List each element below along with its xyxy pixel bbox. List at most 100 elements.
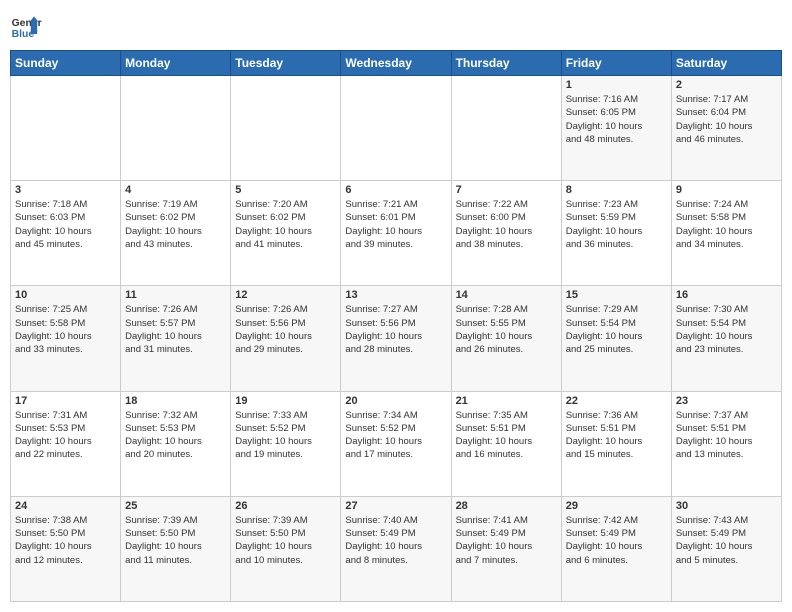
day-info: Sunrise: 7:23 AM Sunset: 5:59 PM Dayligh… bbox=[566, 198, 667, 251]
calendar-cell bbox=[451, 76, 561, 181]
calendar-cell: 15 Sunrise: 7:29 AM Sunset: 5:54 PM Dayli… bbox=[561, 286, 671, 391]
calendar-cell: 25 Sunrise: 7:39 AM Sunset: 5:50 PM Dayli… bbox=[121, 496, 231, 601]
day-number: 11 bbox=[125, 289, 226, 301]
day-number: 7 bbox=[456, 184, 557, 196]
calendar-cell: 4 Sunrise: 7:19 AM Sunset: 6:02 PM Daylig… bbox=[121, 181, 231, 286]
calendar-cell bbox=[231, 76, 341, 181]
calendar-cell: 2 Sunrise: 7:17 AM Sunset: 6:04 PM Daylig… bbox=[671, 76, 781, 181]
day-info: Sunrise: 7:28 AM Sunset: 5:55 PM Dayligh… bbox=[456, 303, 557, 356]
calendar-cell bbox=[11, 76, 121, 181]
calendar-week-4: 17 Sunrise: 7:31 AM Sunset: 5:53 PM Dayli… bbox=[11, 391, 782, 496]
day-number: 26 bbox=[235, 500, 336, 512]
calendar-cell: 7 Sunrise: 7:22 AM Sunset: 6:00 PM Daylig… bbox=[451, 181, 561, 286]
day-number: 2 bbox=[676, 79, 777, 91]
weekday-header-row: SundayMondayTuesdayWednesdayThursdayFrid… bbox=[11, 51, 782, 76]
calendar-cell: 24 Sunrise: 7:38 AM Sunset: 5:50 PM Dayli… bbox=[11, 496, 121, 601]
day-info: Sunrise: 7:18 AM Sunset: 6:03 PM Dayligh… bbox=[15, 198, 116, 251]
day-info: Sunrise: 7:42 AM Sunset: 5:49 PM Dayligh… bbox=[566, 514, 667, 567]
day-info: Sunrise: 7:35 AM Sunset: 5:51 PM Dayligh… bbox=[456, 409, 557, 462]
weekday-header-wednesday: Wednesday bbox=[341, 51, 451, 76]
calendar-cell: 18 Sunrise: 7:32 AM Sunset: 5:53 PM Dayli… bbox=[121, 391, 231, 496]
day-number: 22 bbox=[566, 395, 667, 407]
calendar-cell: 5 Sunrise: 7:20 AM Sunset: 6:02 PM Daylig… bbox=[231, 181, 341, 286]
calendar-cell: 3 Sunrise: 7:18 AM Sunset: 6:03 PM Daylig… bbox=[11, 181, 121, 286]
svg-text:General: General bbox=[12, 18, 42, 29]
day-number: 14 bbox=[456, 289, 557, 301]
day-info: Sunrise: 7:21 AM Sunset: 6:01 PM Dayligh… bbox=[345, 198, 446, 251]
calendar-cell: 30 Sunrise: 7:43 AM Sunset: 5:49 PM Dayli… bbox=[671, 496, 781, 601]
day-number: 15 bbox=[566, 289, 667, 301]
day-number: 13 bbox=[345, 289, 446, 301]
day-info: Sunrise: 7:39 AM Sunset: 5:50 PM Dayligh… bbox=[125, 514, 226, 567]
day-info: Sunrise: 7:22 AM Sunset: 6:00 PM Dayligh… bbox=[456, 198, 557, 251]
day-info: Sunrise: 7:32 AM Sunset: 5:53 PM Dayligh… bbox=[125, 409, 226, 462]
calendar-cell: 14 Sunrise: 7:28 AM Sunset: 5:55 PM Dayli… bbox=[451, 286, 561, 391]
calendar-cell: 10 Sunrise: 7:25 AM Sunset: 5:58 PM Dayli… bbox=[11, 286, 121, 391]
weekday-header-sunday: Sunday bbox=[11, 51, 121, 76]
calendar-cell: 16 Sunrise: 7:30 AM Sunset: 5:54 PM Dayli… bbox=[671, 286, 781, 391]
day-info: Sunrise: 7:16 AM Sunset: 6:05 PM Dayligh… bbox=[566, 93, 667, 146]
day-info: Sunrise: 7:43 AM Sunset: 5:49 PM Dayligh… bbox=[676, 514, 777, 567]
calendar-cell: 23Sunrise: 7:37 AM Sunset: 5:51 PM Dayli… bbox=[671, 391, 781, 496]
day-info: Sunrise: 7:30 AM Sunset: 5:54 PM Dayligh… bbox=[676, 303, 777, 356]
calendar-cell: 29 Sunrise: 7:42 AM Sunset: 5:49 PM Dayli… bbox=[561, 496, 671, 601]
day-number: 21 bbox=[456, 395, 557, 407]
day-number: 5 bbox=[235, 184, 336, 196]
day-info: Sunrise: 7:19 AM Sunset: 6:02 PM Dayligh… bbox=[125, 198, 226, 251]
day-number: 18 bbox=[125, 395, 226, 407]
day-number: 29 bbox=[566, 500, 667, 512]
calendar-cell: 17 Sunrise: 7:31 AM Sunset: 5:53 PM Dayli… bbox=[11, 391, 121, 496]
calendar-week-3: 10 Sunrise: 7:25 AM Sunset: 5:58 PM Dayli… bbox=[11, 286, 782, 391]
calendar-cell bbox=[341, 76, 451, 181]
day-info: Sunrise: 7:26 AM Sunset: 5:56 PM Dayligh… bbox=[235, 303, 336, 356]
day-number: 30 bbox=[676, 500, 777, 512]
calendar-cell: 11 Sunrise: 7:26 AM Sunset: 5:57 PM Dayli… bbox=[121, 286, 231, 391]
calendar-cell: 13 Sunrise: 7:27 AM Sunset: 5:56 PM Dayli… bbox=[341, 286, 451, 391]
day-number: 17 bbox=[15, 395, 116, 407]
day-number: 19 bbox=[235, 395, 336, 407]
calendar-cell: 20Sunrise: 7:34 AM Sunset: 5:52 PM Dayli… bbox=[341, 391, 451, 496]
day-info: Sunrise: 7:38 AM Sunset: 5:50 PM Dayligh… bbox=[15, 514, 116, 567]
logo-icon: General Blue bbox=[10, 10, 42, 42]
calendar-cell: 21 Sunrise: 7:35 AM Sunset: 5:51 PM Dayli… bbox=[451, 391, 561, 496]
calendar-cell: 26 Sunrise: 7:39 AM Sunset: 5:50 PM Dayli… bbox=[231, 496, 341, 601]
day-number: 24 bbox=[15, 500, 116, 512]
day-info: Sunrise: 7:25 AM Sunset: 5:58 PM Dayligh… bbox=[15, 303, 116, 356]
calendar-cell: 1 Sunrise: 7:16 AM Sunset: 6:05 PM Daylig… bbox=[561, 76, 671, 181]
calendar-cell: 6 Sunrise: 7:21 AM Sunset: 6:01 PM Daylig… bbox=[341, 181, 451, 286]
weekday-header-monday: Monday bbox=[121, 51, 231, 76]
day-number: 8 bbox=[566, 184, 667, 196]
day-number: 4 bbox=[125, 184, 226, 196]
day-info: Sunrise: 7:29 AM Sunset: 5:54 PM Dayligh… bbox=[566, 303, 667, 356]
day-number: 28 bbox=[456, 500, 557, 512]
calendar-cell: 19 Sunrise: 7:33 AM Sunset: 5:52 PM Dayli… bbox=[231, 391, 341, 496]
calendar-cell: 22 Sunrise: 7:36 AM Sunset: 5:51 PM Dayli… bbox=[561, 391, 671, 496]
day-number: 1 bbox=[566, 79, 667, 91]
calendar-week-5: 24 Sunrise: 7:38 AM Sunset: 5:50 PM Dayli… bbox=[11, 496, 782, 601]
day-info: Sunrise: 7:26 AM Sunset: 5:57 PM Dayligh… bbox=[125, 303, 226, 356]
day-info: Sunrise: 7:27 AM Sunset: 5:56 PM Dayligh… bbox=[345, 303, 446, 356]
day-info: Sunrise: 7:40 AM Sunset: 5:49 PM Dayligh… bbox=[345, 514, 446, 567]
day-info: Sunrise: 7:33 AM Sunset: 5:52 PM Dayligh… bbox=[235, 409, 336, 462]
calendar-cell bbox=[121, 76, 231, 181]
day-info: Sunrise: 7:36 AM Sunset: 5:51 PM Dayligh… bbox=[566, 409, 667, 462]
calendar-week-2: 3 Sunrise: 7:18 AM Sunset: 6:03 PM Daylig… bbox=[11, 181, 782, 286]
day-info: Sunrise: 7:17 AM Sunset: 6:04 PM Dayligh… bbox=[676, 93, 777, 146]
day-info: Sunrise: 7:20 AM Sunset: 6:02 PM Dayligh… bbox=[235, 198, 336, 251]
day-info: Sunrise: 7:31 AM Sunset: 5:53 PM Dayligh… bbox=[15, 409, 116, 462]
day-info: Sunrise: 7:37 AM Sunset: 5:51 PM Dayligh… bbox=[676, 409, 777, 462]
day-number: 27 bbox=[345, 500, 446, 512]
calendar-cell: 9 Sunrise: 7:24 AM Sunset: 5:58 PM Daylig… bbox=[671, 181, 781, 286]
day-info: Sunrise: 7:39 AM Sunset: 5:50 PM Dayligh… bbox=[235, 514, 336, 567]
day-number: 10 bbox=[15, 289, 116, 301]
day-number: 6 bbox=[345, 184, 446, 196]
day-number: 16 bbox=[676, 289, 777, 301]
day-number: 3 bbox=[15, 184, 116, 196]
weekday-header-friday: Friday bbox=[561, 51, 671, 76]
calendar-cell: 28Sunrise: 7:41 AM Sunset: 5:49 PM Dayli… bbox=[451, 496, 561, 601]
day-number: 25 bbox=[125, 500, 226, 512]
calendar-cell: 27 Sunrise: 7:40 AM Sunset: 5:49 PM Dayli… bbox=[341, 496, 451, 601]
day-number: 9 bbox=[676, 184, 777, 196]
weekday-header-saturday: Saturday bbox=[671, 51, 781, 76]
day-info: Sunrise: 7:24 AM Sunset: 5:58 PM Dayligh… bbox=[676, 198, 777, 251]
